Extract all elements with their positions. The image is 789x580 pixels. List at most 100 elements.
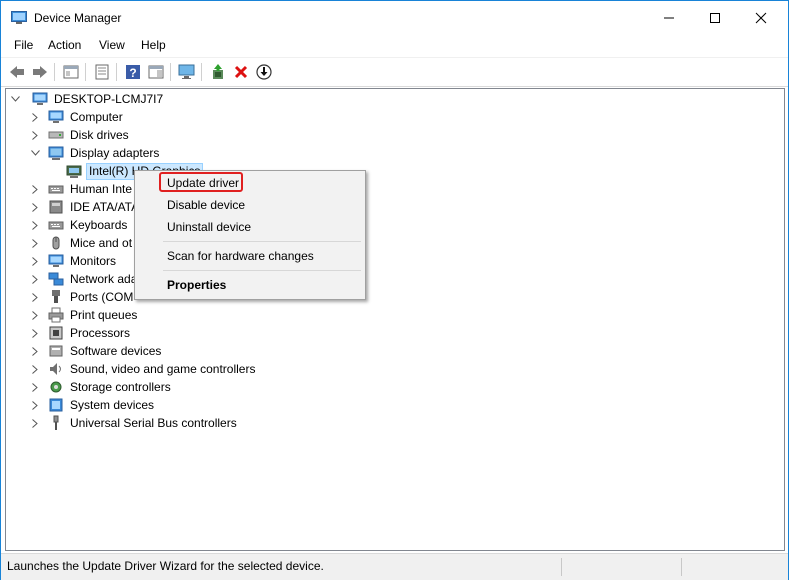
window-title: Device Manager [34,11,122,25]
details-pane-icon [148,65,164,79]
details-pane-button[interactable] [146,62,166,82]
chevron-down-icon[interactable] [30,144,40,162]
tree-item-label: Network ada [70,272,138,286]
maximize-button[interactable] [692,1,738,34]
tree-item-label: Display adapters [70,146,160,160]
toolbar-separator [54,63,55,81]
chevron-right-icon[interactable] [30,270,40,288]
device-manager-window: Device Manager File Action View Help ? D… [0,0,789,580]
menu-view[interactable]: View [99,38,125,52]
device-list-button[interactable] [92,62,112,82]
chevron-right-icon[interactable] [30,198,40,216]
status-text: Launches the Update Driver Wizard for th… [7,559,324,573]
minimize-button[interactable] [646,1,692,34]
uninstall-device-menu-item[interactable]: Uninstall device [167,217,251,237]
chevron-right-icon[interactable] [30,396,40,414]
printer-icon [48,307,64,323]
help-icon: ? [126,65,140,80]
maximize-icon [710,12,720,23]
tree-item-label: Disk drives [70,128,129,142]
usb-icon [53,415,59,430]
device-manager-icon [11,11,27,24]
menu-separator [163,241,361,242]
chevron-right-icon[interactable] [30,108,40,126]
menu-action[interactable]: Action [48,38,81,52]
properties-menu-item[interactable]: Properties [167,275,226,295]
close-button[interactable] [738,1,784,34]
tree-item-label: Sound, video and game controllers [70,362,256,376]
tree-item-label: System devices [70,398,155,412]
chevron-right-icon[interactable] [30,126,40,144]
update-driver-icon [213,64,223,79]
monitor-scan-icon [178,64,195,79]
tree-item-label: Processors [70,326,131,340]
tree-item-label: Computer [70,110,123,124]
toolbar-separator [201,63,202,81]
help-button[interactable]: ? [123,62,143,82]
chevron-right-icon[interactable] [30,180,40,198]
toolbar-separator [116,63,117,81]
chevron-right-icon[interactable] [30,360,40,378]
tree-item-label: Keyboards [70,218,128,232]
system-icon [49,398,63,412]
port-icon [52,290,60,303]
forward-button[interactable] [30,62,50,82]
toolbar-separator [170,63,171,81]
computer-icon [48,110,64,123]
download-icon [256,64,272,80]
forward-icon [33,66,47,78]
update-driver-highlight [159,172,243,192]
tree-item-label: Ports (COM [70,290,134,304]
scan-hardware-menu-item[interactable]: Scan for hardware changes [167,246,314,266]
disable-device-menu-item[interactable]: Disable device [167,195,245,215]
storage-icon [50,381,62,393]
menu-bar: File Action View Help [1,35,788,55]
status-bar: Launches the Update Driver Wizard for th… [1,553,788,580]
ide-icon [49,200,63,214]
title-bar: Device Manager [1,1,788,34]
tree-item-label: Storage controllers [70,380,171,394]
sound-icon [50,363,61,375]
status-divider [681,558,682,576]
menu-separator [163,270,361,271]
computer-icon [32,92,48,105]
chevron-down-icon[interactable] [10,90,20,108]
chevron-right-icon[interactable] [30,216,40,234]
chevron-right-icon[interactable] [30,378,40,396]
back-icon [10,66,24,78]
download-toolbar-button[interactable] [254,62,274,82]
keyboard-icon [48,185,64,194]
minimize-icon [664,17,674,18]
show-hide-console-button[interactable] [61,62,81,82]
processor-icon [49,326,63,340]
tree-item-label: Monitors [70,254,117,268]
toolbar: ? [1,57,788,87]
disk-icon [48,131,64,139]
mouse-icon [52,236,60,250]
scan-hardware-button[interactable] [177,62,197,82]
tree-item-label: IDE ATA/ATA [70,200,140,214]
chevron-right-icon[interactable] [30,252,40,270]
display-adapter-icon [48,146,64,160]
network-icon [48,272,64,286]
svg-text:?: ? [129,66,136,80]
chevron-right-icon[interactable] [30,288,40,306]
chevron-right-icon[interactable] [30,234,40,252]
tree-item-label: Universal Serial Bus controllers [70,416,237,430]
device-list-icon [95,64,109,80]
tree-item-label: Software devices [70,344,162,358]
chevron-right-icon[interactable] [30,342,40,360]
chevron-right-icon[interactable] [30,324,40,342]
uninstall-toolbar-button[interactable] [231,62,251,82]
device-tree[interactable]: DESKTOP-LCMJ7I7 Computer Disk drives Dis… [5,88,785,551]
chevron-right-icon[interactable] [30,414,40,432]
display-adapter-icon [66,165,82,178]
status-divider [561,558,562,576]
toolbar-separator [85,63,86,81]
properties-view-icon [63,65,79,79]
chevron-right-icon[interactable] [30,306,40,324]
back-button[interactable] [7,62,27,82]
menu-help[interactable]: Help [141,38,166,52]
menu-file[interactable]: File [14,38,33,52]
update-driver-toolbar-button[interactable] [208,62,228,82]
